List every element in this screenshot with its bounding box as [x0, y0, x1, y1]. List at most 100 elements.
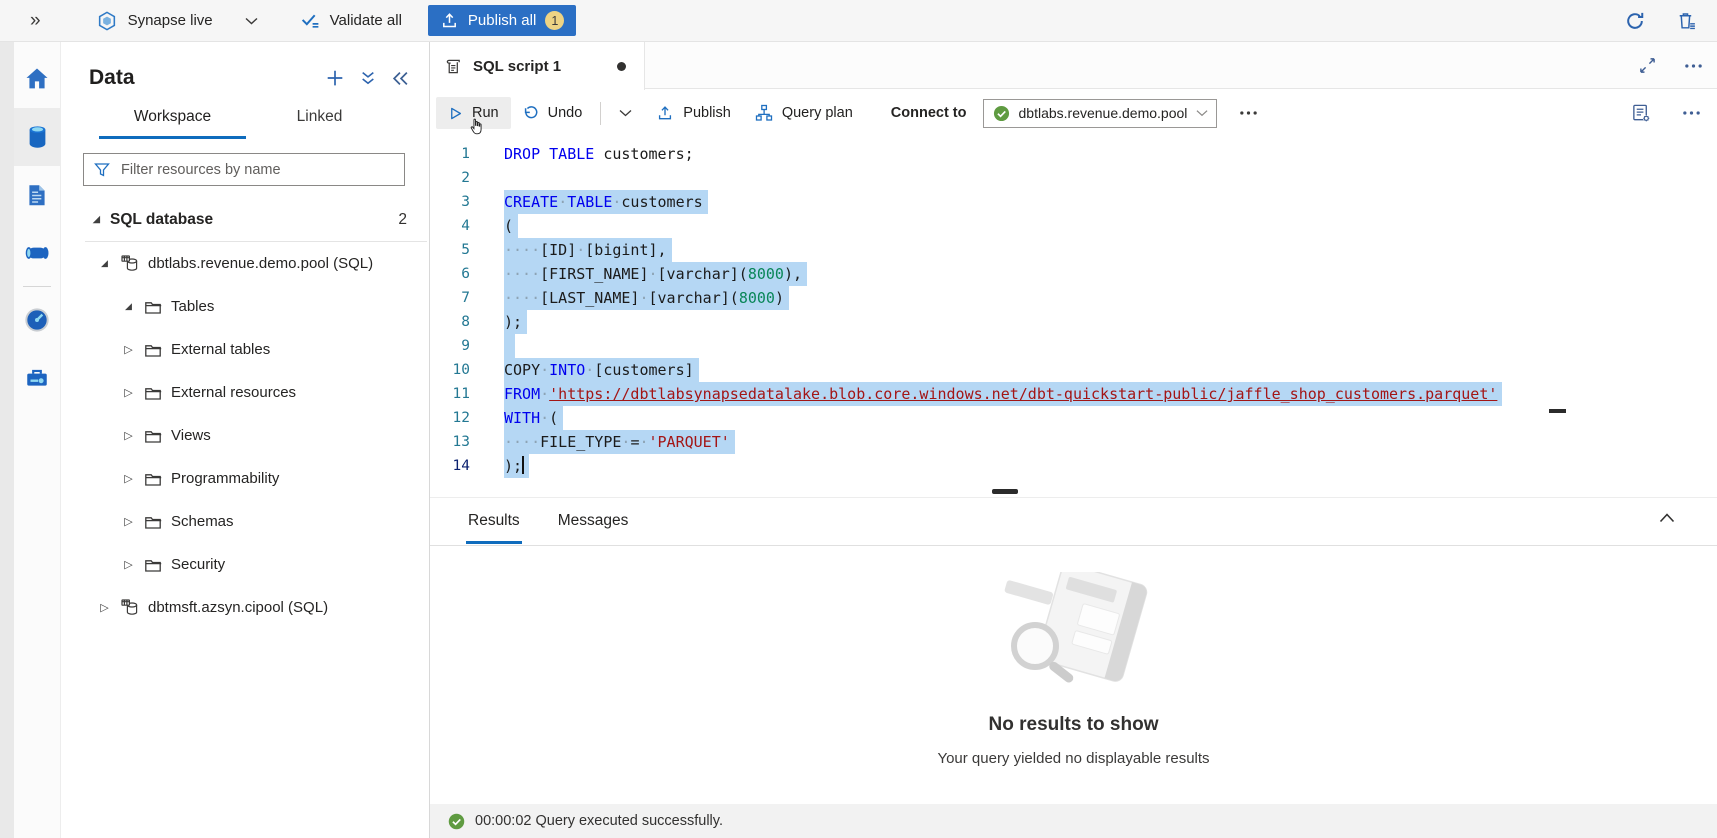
expand-editor-icon[interactable] — [1639, 57, 1656, 74]
tab-messages[interactable]: Messages — [556, 499, 631, 544]
pool-selector[interactable]: dbtlabs.revenue.demo.pool — [983, 99, 1218, 128]
tab-sql-script-1[interactable]: SQL script 1 — [430, 42, 645, 90]
code-line-3[interactable]: 3CREATE·TABLE·customers — [430, 190, 1717, 214]
nav-monitor[interactable] — [14, 291, 60, 349]
script-toolbar: Run Undo — [430, 89, 1717, 137]
folder-icon — [143, 469, 163, 489]
integrate-icon — [22, 240, 52, 266]
collapsed-chevron-icon[interactable]: ▷ — [121, 558, 136, 571]
refresh-button[interactable] — [1622, 8, 1648, 34]
line-number: 7 — [430, 286, 470, 310]
collapsed-chevron-icon[interactable]: ▷ — [121, 343, 136, 356]
no-results-illustration — [979, 572, 1169, 694]
code-line-2[interactable]: 2 — [430, 166, 1717, 190]
toolbar-more-button[interactable] — [1227, 102, 1270, 124]
tab-more-icon[interactable] — [1684, 63, 1703, 69]
folder-icon — [143, 555, 163, 575]
code-line-12[interactable]: 12WITH·( — [430, 406, 1717, 430]
query-plan-button[interactable]: Query plan — [743, 96, 865, 130]
tree-node-label: Programmability — [171, 470, 279, 487]
undo-redo-dropdown[interactable] — [607, 101, 644, 125]
collapsed-chevron-icon[interactable]: ▷ — [121, 515, 136, 528]
results-panel: Results Messages — [430, 497, 1717, 838]
tree-node-views[interactable]: ▷Views — [61, 414, 429, 457]
collapsed-chevron-icon[interactable]: ▷ — [97, 601, 112, 614]
collapse-results-button[interactable] — [1659, 512, 1675, 523]
undo-button[interactable]: Undo — [511, 97, 595, 129]
code-line-13[interactable]: 13····FILE_TYPE·=·'PARQUET' — [430, 430, 1717, 454]
tab-linked[interactable]: Linked — [246, 108, 393, 139]
editor-more-icon[interactable] — [1682, 110, 1701, 116]
collapsed-chevron-icon[interactable]: ▷ — [121, 386, 136, 399]
splitter-handle[interactable] — [992, 489, 1018, 494]
tree-node-label: Tables — [171, 298, 214, 315]
expand-sidebar-icon[interactable]: » — [30, 10, 41, 32]
tree-node-label: Security — [171, 556, 225, 573]
left-nav-rail — [0, 42, 60, 838]
expanded-chevron-icon[interactable]: ◢ — [121, 301, 136, 312]
tree-node-programmability[interactable]: ▷ Programmability — [61, 457, 429, 500]
tree-node-tables[interactable]: ◢ Tables — [61, 285, 429, 328]
code-line-14[interactable]: 14); — [430, 454, 1717, 478]
collapsed-chevron-icon[interactable]: ▷ — [121, 472, 136, 485]
run-button[interactable]: Run — [436, 97, 511, 129]
collapse-all-icon[interactable] — [360, 70, 376, 87]
add-icon[interactable] — [326, 69, 344, 87]
tree-node-security[interactable]: ▷ Security — [61, 543, 429, 586]
nav-manage[interactable] — [14, 349, 60, 407]
code-line-7[interactable]: 7····[LAST_NAME]·[varchar](8000) — [430, 286, 1717, 310]
line-number: 9 — [430, 334, 470, 358]
code-line-4[interactable]: 4( — [430, 214, 1717, 238]
line-number: 3 — [430, 190, 470, 214]
home-icon — [23, 65, 51, 93]
tree-node-external-tables[interactable]: ▷External tables — [61, 328, 429, 371]
line-number: 1 — [430, 142, 470, 166]
nav-data[interactable] — [14, 108, 60, 166]
panel-title: Data — [89, 66, 135, 90]
publish-label: Publish — [683, 105, 731, 121]
tree-node-schemas[interactable]: ▷Schemas — [61, 500, 429, 543]
line-number: 4 — [430, 214, 470, 238]
resource-filter[interactable] — [83, 153, 405, 186]
nav-develop[interactable] — [14, 166, 60, 224]
publish-all-button[interactable]: Publish all 1 — [428, 5, 576, 36]
document-tab-title: SQL script 1 — [473, 58, 607, 75]
run-label: Run — [472, 105, 499, 121]
code-line-6[interactable]: 6····[FIRST_NAME]·[varchar](8000), — [430, 262, 1717, 286]
nav-home[interactable] — [14, 50, 60, 108]
code-line-1[interactable]: 1DROP TABLE customers; — [430, 142, 1717, 166]
main-editor-panel: SQL script 1 Run — [430, 42, 1717, 838]
expanded-chevron-icon[interactable]: ◢ — [89, 214, 104, 225]
code-line-11[interactable]: 11FROM·'https://dbtlabsynapsedatalake.bl… — [430, 382, 1717, 406]
connected-check-icon — [993, 105, 1010, 122]
tree-node-external-resources[interactable]: ▷External resources — [61, 371, 429, 414]
validate-all-button[interactable]: Validate all — [300, 10, 402, 31]
line-number: 6 — [430, 262, 470, 286]
code-line-8[interactable]: 8); — [430, 310, 1717, 334]
properties-icon[interactable] — [1631, 103, 1652, 124]
nav-integrate[interactable] — [14, 224, 60, 282]
collapsed-chevron-icon[interactable]: ▷ — [121, 429, 136, 442]
code-line-5[interactable]: 5····[ID]·[bigint], — [430, 238, 1717, 262]
filter-input[interactable] — [119, 161, 394, 179]
code-line-9[interactable]: 9 — [430, 334, 1717, 358]
discard-all-button[interactable] — [1674, 8, 1699, 34]
tab-results[interactable]: Results — [466, 499, 522, 544]
sql-code-editor[interactable]: 1DROP TABLE customers;23CREATE·TABLE·cus… — [430, 137, 1717, 483]
empty-state-subtitle: Your query yielded no displayable result… — [937, 750, 1209, 767]
results-splitter[interactable] — [430, 483, 1717, 497]
tree-node-sql-database[interactable]: ◢ SQL database 2 — [61, 198, 429, 241]
tree-node-label: dbtlabs.revenue.demo.pool (SQL) — [148, 255, 373, 272]
expanded-chevron-icon[interactable]: ◢ — [97, 258, 112, 269]
tree-node-dbtlabs-revenue-demo-pool-sql[interactable]: ◢ dbtlabs.revenue.demo.pool (SQL) — [61, 242, 429, 285]
magnifier-icon — [1014, 625, 1056, 667]
tab-workspace[interactable]: Workspace — [99, 108, 246, 139]
code-line-10[interactable]: 10COPY·INTO·[customers] — [430, 358, 1717, 382]
develop-icon — [24, 182, 50, 209]
top-command-bar: » Synapse live Validate all Publish all … — [0, 0, 1717, 42]
tree-node-dbtmsft-azsyn-cipool-sql[interactable]: ▷dbtmsft.azsyn.cipool (SQL) — [61, 586, 429, 629]
collapse-panel-icon[interactable] — [392, 71, 409, 86]
publish-button[interactable]: Publish — [644, 96, 743, 130]
environment-selector[interactable]: Synapse live — [96, 10, 258, 32]
more-icon — [1239, 110, 1258, 116]
